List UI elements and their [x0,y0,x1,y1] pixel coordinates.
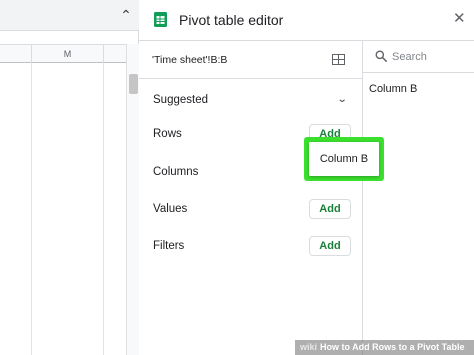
filters-add-button[interactable]: Add [309,236,351,256]
section-filters: Filters [153,240,185,252]
range-value: 'Time sheet'!B:B [152,54,228,66]
grid-select-icon[interactable] [332,54,345,65]
sheet-toolbar: ⌃ [0,0,139,31]
vertical-scrollbar[interactable] [126,44,139,355]
search-icon [375,50,387,62]
section-rows: Rows [153,128,182,140]
watermark-brand: wiki [300,342,318,352]
column-header-n[interactable] [104,45,126,63]
scrollbar-thumb[interactable] [129,74,138,94]
sheets-icon [154,12,167,27]
pivot-config-panel: 'Time sheet'!B:B Suggested ⌄ Rows Add Co… [139,40,363,355]
column-header-m[interactable]: M [32,45,104,63]
sheet-grid[interactable] [0,63,126,355]
fields-pane: Column B [363,40,474,355]
range-field[interactable]: 'Time sheet'!B:B [139,41,362,79]
chevron-up-icon[interactable]: ⌃ [116,6,136,24]
column-headers: M [0,44,126,63]
search-input[interactable] [392,49,470,64]
chevron-down-icon[interactable]: ⌄ [337,94,348,106]
watermark: wiki How to Add Rows to a Pivot Table [295,340,474,355]
watermark-text: How to Add Rows to a Pivot Table [320,342,465,352]
field-item-column-b[interactable]: Column B [369,82,417,96]
editor-title: Pivot table editor [179,12,284,28]
column-header-l[interactable] [0,45,32,63]
search-row [363,41,474,73]
close-icon[interactable]: ✕ [453,11,466,27]
pivot-table-editor: Pivot table editor ✕ 'Time sheet'!B:B Su… [139,0,474,355]
section-columns: Columns [153,166,199,178]
spreadsheet-area: ⌃ M [0,0,139,355]
section-values: Values [153,203,188,215]
editor-header: Pivot table editor ✕ [139,0,474,40]
values-add-button[interactable]: Add [309,199,351,219]
section-suggested[interactable]: Suggested [153,93,208,107]
